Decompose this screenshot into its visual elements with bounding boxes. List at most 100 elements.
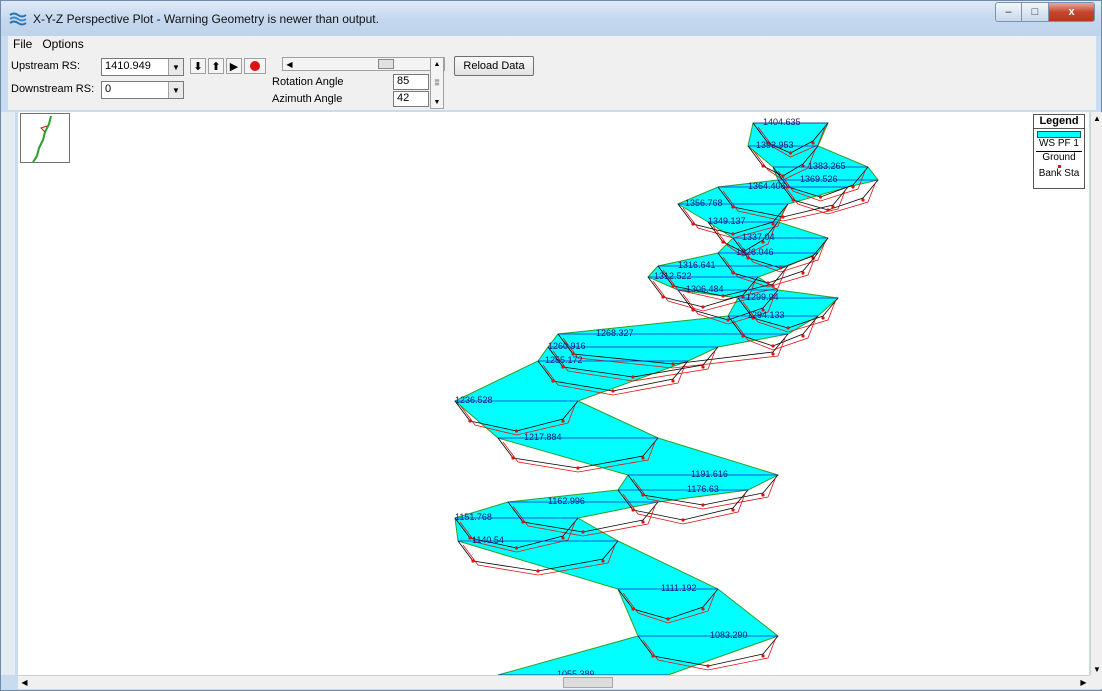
bank-station-dot [801, 271, 805, 275]
overview-thumbnail[interactable] [20, 113, 70, 163]
horizontal-scrollbar[interactable]: ◀ ▶ [18, 675, 1090, 689]
upstream-rs-label: Upstream RS: [11, 60, 81, 72]
legend-title: Legend [1034, 115, 1084, 129]
spin-grip-icon: ▒ [434, 80, 440, 86]
downstream-rs-select[interactable]: 0 ▼ [101, 81, 184, 99]
menu-bar: File Options [8, 36, 1096, 52]
title-bar[interactable]: X-Y-Z Perspective Plot - Warning Geometr… [1, 1, 1101, 36]
bank-station-dot [651, 654, 655, 658]
overview-map-icon [32, 115, 52, 163]
bank-station-dot [561, 365, 565, 369]
bank-station-dot [721, 240, 725, 244]
bank-station-dot [771, 222, 775, 226]
bank-station-dot [551, 379, 555, 383]
bank-station-dot [511, 456, 515, 460]
bank-station-dot [536, 569, 540, 573]
window-title: X-Y-Z Perspective Plot - Warning Geometr… [33, 12, 379, 26]
azimuth-angle-label: Azimuth Angle [272, 93, 343, 105]
station-label: 1151.768 [455, 512, 492, 522]
bank-station-dot [731, 232, 735, 236]
bank-station-dot [731, 205, 735, 209]
station-label: 1369.526 [800, 174, 838, 184]
record-icon[interactable] [244, 58, 266, 74]
legend-ws-swatch [1037, 131, 1081, 138]
toolbar: Upstream RS: 1410.949 ▼ Downstream RS: 0… [8, 52, 1096, 110]
scroll-left-icon[interactable]: ◀ [283, 58, 296, 70]
scroll-up-icon[interactable]: ▲ [1091, 112, 1102, 124]
station-label: 1312.522 [654, 271, 692, 281]
bank-station-dot [514, 546, 519, 550]
chevron-down-icon[interactable]: ▼ [168, 59, 183, 75]
spin-up-icon[interactable]: ▲ [431, 58, 443, 70]
bank-station-dot [581, 530, 585, 534]
bank-station-dot [681, 518, 685, 522]
station-label: 1299.94 [746, 292, 779, 302]
bank-station-dot [576, 466, 580, 470]
station-label: 1260.916 [548, 341, 586, 351]
bank-station-dot [631, 375, 635, 379]
bank-station-dot [701, 305, 705, 309]
azimuth-angle-input[interactable]: 42 [393, 91, 429, 107]
station-label: 1383.265 [808, 161, 846, 171]
bank-station-dot [521, 520, 525, 524]
bank-station-dot [661, 295, 665, 299]
scroll-right-icon[interactable]: ▶ [1077, 676, 1090, 689]
bank-station-dot [701, 365, 705, 369]
bank-station-dot [514, 429, 519, 433]
legend-box: Legend WS PF 1 Ground Bank Sta [1033, 114, 1085, 189]
bank-station-dot [631, 508, 635, 512]
minimize-button[interactable]: – [995, 2, 1022, 22]
left-splitter[interactable] [1, 112, 15, 675]
bank-station-dot [666, 617, 670, 621]
bank-station-dot [601, 559, 605, 563]
scroll-left-icon[interactable]: ◀ [18, 676, 31, 689]
bank-station-dot [811, 141, 815, 145]
station-label: 1162.996 [548, 496, 585, 506]
app-window: X-Y-Z Perspective Plot - Warning Geometr… [0, 0, 1102, 691]
chevron-down-icon[interactable]: ▼ [168, 82, 183, 98]
station-label: 1404.635 [763, 117, 801, 127]
vertical-scrollbar[interactable]: ▲ ▼ [1090, 112, 1102, 675]
scroll-corner [1090, 675, 1102, 689]
station-label: 1083.290 [710, 630, 748, 640]
arrow-up-icon[interactable]: ⬆ [208, 58, 224, 74]
menu-options[interactable]: Options [37, 36, 88, 52]
angle-spinner[interactable]: ▲ ▒ ▼ [430, 57, 444, 109]
maximize-button[interactable]: □ [1022, 2, 1049, 22]
station-label: 1140.54 [472, 535, 504, 545]
upstream-rs-select[interactable]: 1410.949 ▼ [101, 58, 184, 76]
scroll-down-icon[interactable]: ▼ [1091, 663, 1102, 675]
downstream-rs-value: 0 [105, 83, 112, 95]
bank-station-dot [788, 151, 793, 155]
bank-station-dot [761, 164, 765, 168]
arrow-down-icon[interactable]: ⬇ [190, 58, 206, 74]
spin-down-icon[interactable]: ▼ [431, 96, 443, 108]
bank-station-dot [631, 607, 635, 611]
close-button[interactable]: x [1049, 2, 1095, 22]
perspective-plot[interactable]: 1404.635 1393.953 1383.265 1369.526 1364.406… [18, 112, 1089, 675]
reload-data-button[interactable]: Reload Data [454, 56, 534, 76]
station-label: 1306.484 [686, 284, 724, 294]
bank-station-dot [671, 362, 675, 366]
bank-station-dot [721, 294, 725, 298]
station-label: 1268.327 [596, 328, 634, 338]
river-perspective-drawing: 1404.635 1393.953 1383.265 1369.526 1364.406… [454, 117, 879, 675]
station-label: 1176.63 [687, 484, 719, 494]
bank-station-dot [641, 456, 645, 460]
station-label: 1349.137 [708, 216, 746, 226]
scrollbar-thumb[interactable] [563, 677, 613, 688]
bank-station-dot [611, 389, 615, 393]
bank-station-dot [851, 185, 855, 189]
bank-station-dot [786, 326, 790, 330]
station-label: 1111.192 [661, 583, 697, 593]
menu-file[interactable]: File [8, 36, 37, 52]
station-label: 1316.641 [678, 260, 716, 270]
bank-station-dot [471, 559, 475, 563]
rotation-angle-input[interactable]: 85 [393, 74, 429, 90]
scrollbar-thumb[interactable] [378, 59, 394, 69]
bank-station-dot [791, 198, 795, 202]
animation-scrollbar[interactable]: ◀ ▶ [282, 57, 445, 71]
station-label: 1217.884 [524, 432, 562, 442]
play-icon[interactable]: ▶ [226, 58, 242, 74]
station-label: 1191.616 [691, 469, 728, 479]
